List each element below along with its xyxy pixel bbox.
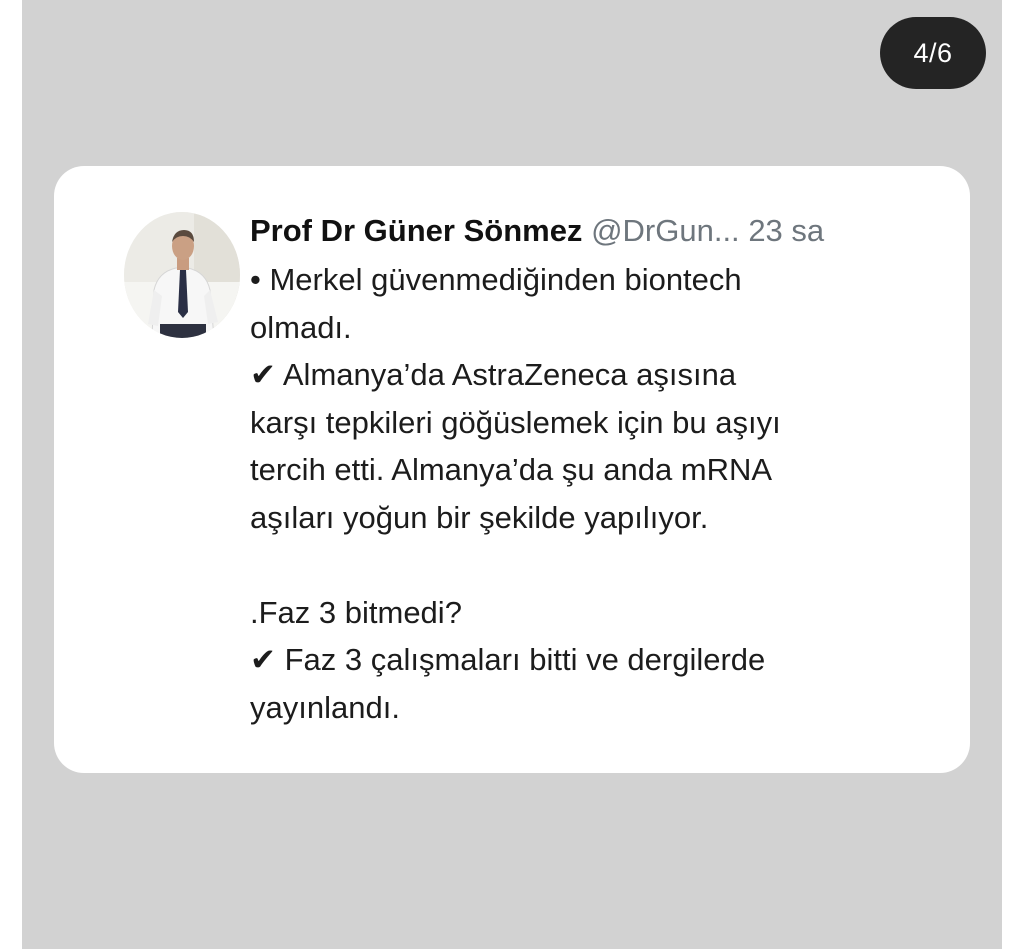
page-counter-label: 4/6 — [913, 37, 953, 68]
page-counter-badge: 4/6 — [880, 17, 986, 89]
author-handle[interactable]: @DrGun... — [591, 213, 740, 248]
tweet-line: • Merkel güvenmediğinden biontech — [250, 262, 742, 297]
tweet-line: tercih etti. Almanya’da şu anda mRNA — [250, 452, 773, 487]
tweet-header: Prof Dr Güner Sönmez @DrGun... 23 sa — [250, 210, 950, 252]
tweet-line: ✔ Almanya’da AstraZeneca aşısına — [250, 357, 737, 392]
tweet-card: Prof Dr Güner Sönmez @DrGun... 23 sa • M… — [54, 166, 970, 773]
avatar-photo-icon — [124, 212, 240, 338]
tweet-line: aşıları yoğun bir şekilde yapılıyor. — [250, 499, 709, 535]
tweet-line: olmadı. — [250, 309, 352, 345]
profile-avatar[interactable] — [124, 212, 240, 338]
tweet-text: • Merkel güvenmediğinden biontech olmadı… — [250, 256, 950, 731]
tweet-line: ✔ Faz 3 çalışmaları bitti ve dergilerde — [250, 642, 766, 677]
author-name[interactable]: Prof Dr Güner Sönmez — [250, 213, 582, 248]
tweet-timestamp[interactable]: 23 sa — [748, 213, 824, 248]
tweet-line: .Faz 3 bitmedi? — [250, 594, 462, 630]
tweet-line: yayınlandı. — [250, 689, 400, 725]
tweet-line: karşı tepkileri göğüslemek için bu aşıyı — [250, 404, 781, 440]
